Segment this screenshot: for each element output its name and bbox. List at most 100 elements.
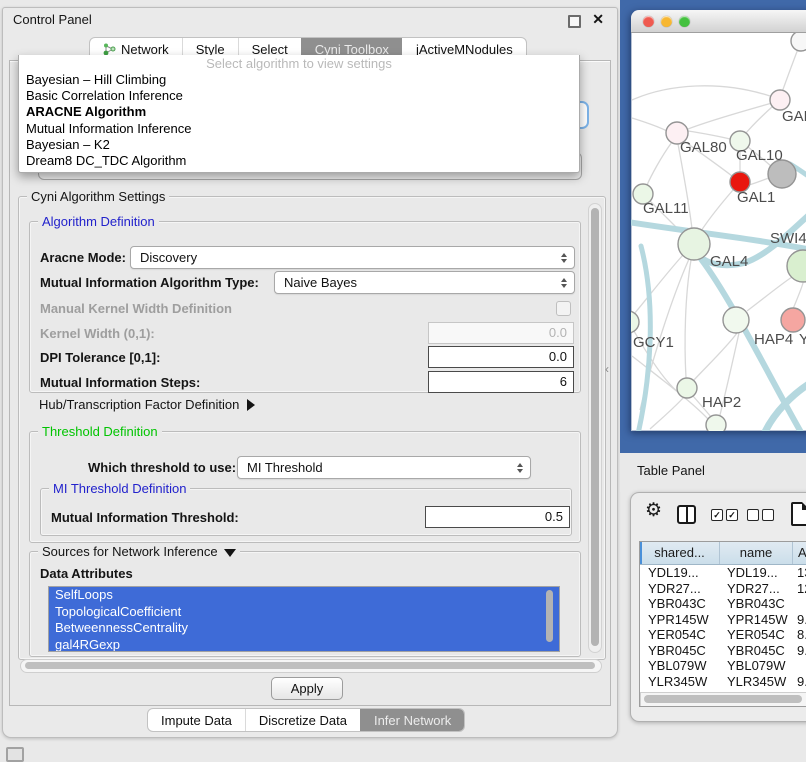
mi-threshold-field[interactable]: 0.5 bbox=[425, 506, 570, 528]
tab-impute-data[interactable]: Impute Data bbox=[148, 709, 245, 731]
network-node-hap4[interactable] bbox=[723, 307, 749, 333]
window-traffic-lights[interactable] bbox=[643, 16, 690, 27]
settings-horizontal-scrollbar-thumb[interactable] bbox=[25, 662, 595, 669]
table-row[interactable]: YLR345WYLR345W9. bbox=[640, 674, 806, 690]
which-threshold-combo[interactable]: MI Threshold bbox=[237, 456, 531, 479]
table-row[interactable]: YBR043CYBR043C bbox=[640, 596, 806, 612]
network-window-titlebar[interactable] bbox=[631, 10, 806, 33]
network-node-gal4[interactable] bbox=[678, 228, 710, 260]
network-edge[interactable] bbox=[688, 131, 730, 139]
data-attribute-item[interactable]: SelfLoops bbox=[49, 587, 559, 604]
dpi-tolerance-field[interactable]: 0.0 bbox=[428, 346, 574, 368]
table-header-row: shared...nameA bbox=[640, 542, 806, 565]
mi-threshold-label: Mutual Information Threshold: bbox=[51, 510, 239, 525]
split-pane-collapse-icon[interactable]: ‹ bbox=[605, 362, 609, 376]
table-panel-window: ⚙ ✓✓ shared...nameA YDL19...YDL19...13YD… bbox=[630, 492, 806, 722]
network-edge[interactable] bbox=[701, 190, 733, 231]
manual-kernel-width-checkbox[interactable] bbox=[556, 301, 571, 316]
aracne-mode-combo[interactable]: Discovery bbox=[130, 246, 575, 269]
cyni-bottom-tabbar: Impute DataDiscretize DataInfer Network bbox=[147, 708, 465, 732]
kernel-width-field[interactable]: 0.0 bbox=[428, 322, 574, 344]
apply-button[interactable]: Apply bbox=[271, 677, 343, 700]
select-all-columns-icon[interactable]: ✓✓ bbox=[711, 509, 738, 521]
network-edge[interactable] bbox=[632, 118, 667, 131]
network-edge-thick[interactable] bbox=[764, 382, 806, 431]
network-node-swi4[interactable] bbox=[787, 250, 806, 282]
settings-vertical-scrollbar[interactable] bbox=[588, 203, 602, 653]
column-header-shared[interactable]: shared... bbox=[640, 542, 720, 564]
minimized-panel-icon[interactable] bbox=[6, 747, 24, 762]
data-attribute-item[interactable]: TopologicalCoefficient bbox=[49, 604, 559, 621]
table-cell: YDR27... bbox=[719, 581, 792, 597]
network-node-gal[interactable] bbox=[770, 90, 790, 110]
sources-group-title[interactable]: Sources for Network Inference bbox=[38, 544, 240, 559]
data-attributes-list[interactable]: SelfLoopsTopologicalCoefficientBetweenne… bbox=[48, 586, 560, 652]
deselect-all-columns-icon[interactable] bbox=[747, 509, 774, 521]
column-header-name[interactable]: name bbox=[720, 542, 793, 564]
network-edge[interactable] bbox=[632, 86, 770, 100]
network-edge[interactable] bbox=[747, 277, 792, 311]
network-edge[interactable] bbox=[685, 260, 691, 378]
column-layout-icon[interactable] bbox=[677, 505, 696, 524]
network-node-gcy1[interactable] bbox=[631, 311, 639, 333]
network-edge[interactable] bbox=[634, 255, 683, 314]
mi-steps-field[interactable]: 6 bbox=[428, 371, 574, 393]
algorithm-option-bayesian-k2[interactable]: Bayesian – K2 bbox=[19, 137, 579, 153]
mi-threshold-definition-group: MI Threshold Definition Mutual Informati… bbox=[40, 488, 572, 536]
data-attribute-item[interactable]: BetweennessCentrality bbox=[49, 620, 559, 637]
network-node-label: HAP2 bbox=[702, 394, 741, 411]
algorithm-option-aracne-algorithm[interactable]: ARACNE Algorithm bbox=[19, 104, 579, 120]
which-threshold-label: Which threshold to use: bbox=[88, 460, 236, 475]
float-panel-icon[interactable] bbox=[568, 15, 581, 28]
algorithm-option-bayesian-hill-climbing[interactable]: Bayesian – Hill Climbing bbox=[19, 72, 579, 88]
network-node[interactable] bbox=[706, 415, 726, 431]
table-cell: YLR345W bbox=[719, 674, 792, 690]
network-node-y[interactable] bbox=[781, 308, 805, 332]
close-panel-icon[interactable]: ✕ bbox=[592, 11, 604, 28]
settings-vertical-scrollbar-thumb[interactable] bbox=[591, 208, 599, 646]
network-node[interactable] bbox=[768, 160, 796, 188]
hub-transcription-label: Hub/Transcription Factor Definition bbox=[39, 397, 239, 412]
network-edge[interactable] bbox=[793, 283, 803, 309]
table-cell: YDR27... bbox=[640, 581, 719, 597]
table-horizontal-scrollbar[interactable] bbox=[640, 692, 806, 707]
network-node-hap2[interactable] bbox=[677, 378, 697, 398]
tab-discretize-data[interactable]: Discretize Data bbox=[245, 709, 360, 731]
which-threshold-value: MI Threshold bbox=[247, 460, 323, 475]
tab-infer-network[interactable]: Infer Network bbox=[360, 709, 464, 731]
column-header-a[interactable]: A bbox=[793, 542, 806, 564]
table-row[interactable]: YDR27...YDR27...12 bbox=[640, 581, 806, 597]
network-desktop: GALGAL80GAL10GAL1GAL11GAL4SWI4GCY1HAP4YH… bbox=[620, 0, 806, 453]
attributes-list-scrollbar-thumb[interactable] bbox=[546, 590, 553, 642]
mi-algorithm-type-combo[interactable]: Naive Bayes bbox=[274, 271, 575, 294]
network-edge[interactable] bbox=[688, 103, 772, 129]
network-view-window[interactable]: GALGAL80GAL10GAL1GAL11GAL4SWI4GCY1HAP4YH… bbox=[631, 10, 806, 431]
table-settings-gear-icon[interactable]: ⚙ bbox=[645, 501, 662, 521]
table-row[interactable]: YPR145WYPR145W9. bbox=[640, 612, 806, 628]
table-horizontal-scrollbar-thumb[interactable] bbox=[644, 695, 802, 703]
table-cell: 13 bbox=[792, 565, 806, 581]
table-row[interactable]: YDL19...YDL19...13 bbox=[640, 565, 806, 581]
close-window-icon[interactable] bbox=[643, 16, 654, 27]
table-row[interactable]: YBR045CYBR045C9. bbox=[640, 643, 806, 659]
export-table-icon[interactable] bbox=[791, 502, 806, 526]
network-edge[interactable] bbox=[647, 142, 672, 185]
data-attribute-item[interactable]: gal4RGexp bbox=[49, 637, 559, 653]
zoom-window-icon[interactable] bbox=[679, 16, 690, 27]
settings-horizontal-scrollbar[interactable] bbox=[20, 659, 602, 673]
network-edge[interactable] bbox=[746, 106, 773, 133]
table-cell: YPR145W bbox=[640, 612, 719, 628]
algorithm-option-mutual-information-inference[interactable]: Mutual Information Inference bbox=[19, 121, 579, 137]
table-cell: 9. bbox=[792, 643, 806, 659]
hub-transcription-section-toggle[interactable]: Hub/Transcription Factor Definition bbox=[39, 397, 255, 412]
algorithm-option-dream8-dc-tdc-algorithm[interactable]: Dream8 DC_TDC Algorithm bbox=[19, 153, 579, 169]
minimize-window-icon[interactable] bbox=[661, 16, 672, 27]
network-edge[interactable] bbox=[749, 178, 769, 185]
network-node[interactable] bbox=[791, 33, 806, 51]
dpi-tolerance-label: DPI Tolerance [0,1]: bbox=[40, 350, 160, 365]
table-row[interactable]: YER054CYER054C8. bbox=[640, 627, 806, 643]
network-edge[interactable] bbox=[650, 397, 684, 429]
network-canvas[interactable]: GALGAL80GAL10GAL1GAL11GAL4SWI4GCY1HAP4YH… bbox=[631, 33, 806, 431]
algorithm-option-basic-correlation-inference[interactable]: Basic Correlation Inference bbox=[19, 88, 579, 104]
table-row[interactable]: YBL079WYBL079W bbox=[640, 658, 806, 674]
